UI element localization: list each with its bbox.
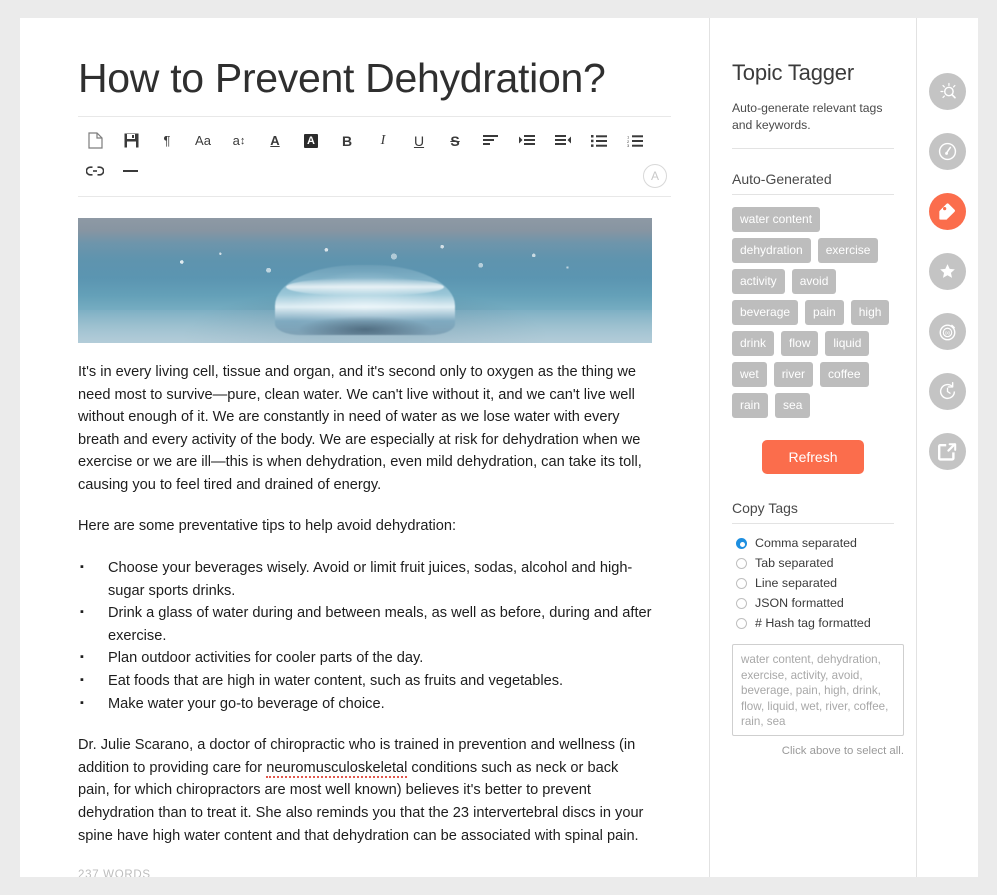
list-item: Eat foods that are high in water content… — [78, 669, 652, 693]
export-share-icon[interactable] — [928, 433, 966, 470]
panel-subtitle: Auto-generate relevant tags and keywords… — [732, 101, 883, 132]
paragraph-mark-icon[interactable]: ¶ — [150, 127, 184, 155]
tag-chip[interactable]: beverage — [732, 300, 799, 325]
app-window: How to Prevent Dehydration? ¶ Aa a ↕ A A … — [20, 18, 978, 877]
copy-format-label: Comma separated — [755, 536, 857, 550]
copy-tags-label: Copy Tags — [732, 500, 798, 516]
insights-icon[interactable] — [928, 73, 966, 110]
indent-icon[interactable] — [510, 127, 544, 155]
refresh-button[interactable]: Refresh — [762, 440, 864, 474]
save-icon[interactable] — [114, 127, 148, 155]
tag-chip[interactable]: rain — [732, 393, 769, 418]
copy-format-option[interactable]: Line separated — [736, 576, 894, 590]
paragraph-intro: It's in every living cell, tissue and or… — [78, 363, 642, 493]
italic-icon[interactable]: I — [366, 127, 400, 155]
article-hero-image — [78, 217, 652, 343]
tag-chip[interactable]: dehydration — [732, 238, 811, 263]
radio-dot-icon[interactable] — [736, 617, 747, 629]
tag-cloud: water content dehydration exercise activity… — [732, 207, 894, 418]
panel-title: Topic Tagger — [732, 60, 854, 85]
highlight-color-icon[interactable]: A — [294, 127, 328, 155]
copy-format-option[interactable]: Comma separated — [736, 536, 894, 550]
copy-format-label: Line separated — [755, 576, 837, 590]
toolbar-row-secondary — [78, 156, 671, 186]
readability-gauge-icon[interactable] — [928, 133, 966, 170]
word-count-label: 237 WORDS — [78, 869, 151, 877]
tags-output-textarea[interactable] — [732, 644, 904, 736]
page-title[interactable]: How to Prevent Dehydration? — [78, 55, 671, 102]
tag-chip[interactable]: coffee — [820, 362, 869, 387]
outdent-icon[interactable] — [546, 127, 580, 155]
refresh-button-wrap: Refresh — [732, 440, 894, 474]
accessibility-badge-icon[interactable]: A — [643, 163, 667, 188]
list-item: Plan outdoor activities for cooler parts… — [78, 646, 652, 670]
line-height-icon[interactable]: a ↕ — [222, 127, 256, 155]
new-document-icon[interactable] — [78, 127, 112, 155]
list-item: Drink a glass of water during and betwee… — [78, 601, 652, 647]
radio-dot-icon[interactable] — [736, 557, 747, 569]
editor-toolbar: ¶ Aa a ↕ A A B I U S 1 2 3 A — [78, 115, 671, 197]
copy-format-label: # Hash tag formatted — [755, 616, 871, 630]
text-color-icon[interactable]: A — [258, 127, 292, 155]
output-hint: Click above to select all. — [781, 745, 904, 757]
underline-icon[interactable]: U — [402, 127, 436, 155]
tag-chip[interactable]: water content — [732, 207, 821, 232]
radio-dot-icon[interactable] — [736, 577, 747, 589]
copy-format-radio-group: Comma separated Tab separated Line separat… — [732, 536, 894, 630]
topic-tagger-panel: Topic Tagger Auto-generate relevant tags… — [710, 18, 917, 877]
tag-chip[interactable]: drink — [732, 331, 775, 356]
tag-chip[interactable]: high — [850, 300, 890, 325]
list-item: Make water your go-to beverage of choice… — [78, 692, 652, 716]
water-splash-crown — [275, 264, 455, 335]
highlights-star-icon[interactable] — [928, 253, 966, 290]
svg-text:00: 00 — [944, 331, 950, 337]
tag-chip[interactable]: wet — [732, 362, 767, 387]
tag-chip[interactable]: exercise — [817, 238, 879, 263]
auto-generated-label: Auto-Generated — [732, 171, 832, 187]
strikethrough-icon[interactable]: S — [438, 127, 472, 155]
panel-divider — [732, 148, 894, 149]
numbered-list-icon[interactable]: 123 — [618, 127, 652, 155]
history-rotate-icon[interactable] — [928, 373, 966, 410]
tag-chip[interactable]: avoid — [791, 269, 837, 294]
editor-pane: How to Prevent Dehydration? ¶ Aa a ↕ A A … — [20, 18, 710, 877]
bold-icon[interactable]: B — [330, 127, 364, 155]
tag-chip[interactable]: flow — [781, 331, 819, 356]
tag-chip[interactable]: river — [773, 362, 814, 387]
link-icon[interactable] — [78, 157, 112, 185]
copy-format-option[interactable]: # Hash tag formatted — [736, 616, 894, 630]
copy-format-label: JSON formatted — [755, 596, 844, 610]
copy-format-option[interactable]: JSON formatted — [736, 596, 894, 610]
align-left-icon[interactable] — [474, 127, 508, 155]
toolbar-row-primary: ¶ Aa a ↕ A A B I U S 1 2 3 — [78, 126, 671, 156]
paragraph-closing: Dr. Julie Scarano, a doctor of chiroprac… — [78, 734, 652, 847]
horizontal-rule-icon[interactable] — [114, 157, 148, 185]
paragraph-tips-lead: Here are some preventative tips to help … — [78, 518, 457, 535]
topic-tagger-tag-icon[interactable] — [928, 193, 966, 230]
tool-rail: 00 — [917, 18, 977, 877]
list-item: Choose your beverages wisely. Avoid or l… — [78, 556, 652, 602]
radio-dot-icon[interactable] — [736, 537, 747, 549]
tag-chip[interactable]: sea — [775, 393, 811, 418]
section-divider — [732, 523, 894, 524]
tag-chip[interactable]: pain — [805, 300, 844, 325]
tag-chip[interactable]: activity — [732, 269, 785, 294]
copy-format-label: Tab separated — [755, 556, 834, 570]
article-body[interactable]: It's in every living cell, tissue and or… — [78, 361, 652, 877]
section-divider — [732, 194, 894, 195]
tips-list: Choose your beverages wisely. Avoid or l… — [78, 556, 652, 716]
tag-chip[interactable]: liquid — [825, 331, 870, 356]
copy-format-option[interactable]: Tab separated — [736, 556, 894, 570]
radio-dot-icon[interactable] — [736, 597, 747, 609]
font-size-icon[interactable]: Aa — [186, 127, 220, 155]
misspelled-word[interactable]: neuromusculoskeletal — [266, 759, 408, 778]
stopwatch-icon[interactable]: 00 — [928, 313, 966, 350]
svg-text:3: 3 — [627, 143, 630, 147]
bullet-list-icon[interactable] — [582, 127, 616, 155]
